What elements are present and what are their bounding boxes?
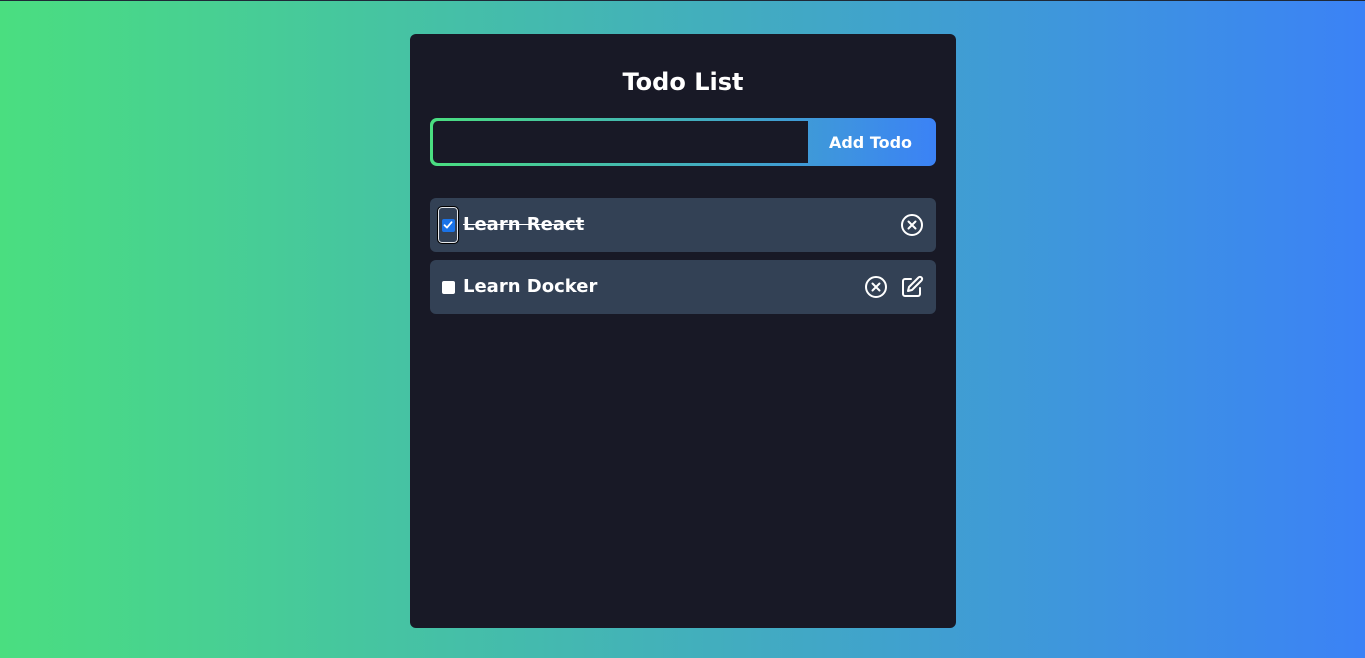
todo-card: Todo List Add Todo Learn React Learn Doc… [410,34,956,628]
todo-checkbox[interactable] [441,280,455,294]
checkmark-icon [443,221,453,229]
todo-checkbox-wrapper [438,269,458,305]
add-todo-form: Add Todo [430,118,936,166]
page-title: Todo List [622,68,744,96]
delete-todo-button[interactable] [864,275,888,299]
x-circle-icon [865,276,887,298]
add-todo-button[interactable]: Add Todo [808,121,933,163]
todo-text: Learn React [463,214,585,235]
edit-todo-button[interactable] [900,275,924,299]
edit-icon [902,275,924,297]
x-circle-icon [901,214,923,236]
todo-input[interactable] [433,121,808,163]
todo-text: Learn Docker [463,276,598,297]
todo-item: Learn React [430,198,936,252]
todo-actions [864,275,924,299]
todo-item: Learn Docker [430,260,936,314]
todo-checkbox-wrapper [437,206,459,244]
todo-actions [900,213,924,237]
delete-todo-button[interactable] [900,213,924,237]
todo-checkbox[interactable] [441,218,455,232]
todo-list: Learn React Learn Docker [430,198,936,322]
